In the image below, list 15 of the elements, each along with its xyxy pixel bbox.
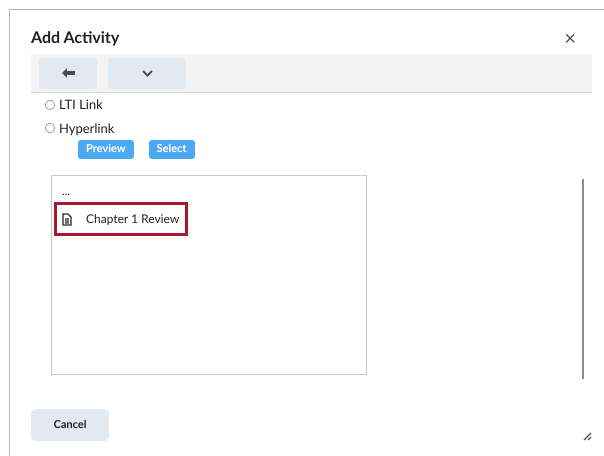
parent-folder-item[interactable]: ... xyxy=(54,184,366,202)
document-icon xyxy=(62,212,72,226)
resize-grip-icon xyxy=(583,432,592,440)
file-item[interactable]: Chapter 1 Review xyxy=(54,202,188,236)
close-button[interactable]: × xyxy=(564,28,576,48)
radio-button[interactable] xyxy=(45,123,55,134)
chevron-down-icon xyxy=(142,70,152,76)
radio-label: Hyperlink xyxy=(59,118,114,138)
dialog-title: Add Activity xyxy=(31,27,120,49)
radio-button[interactable] xyxy=(45,100,55,110)
back-button[interactable] xyxy=(39,58,97,88)
left-arrow-icon xyxy=(62,68,74,78)
cancel-button[interactable]: Cancel xyxy=(31,409,109,441)
file-name: Chapter 1 Review xyxy=(86,210,180,228)
radio-label: LTI Link xyxy=(59,95,103,114)
